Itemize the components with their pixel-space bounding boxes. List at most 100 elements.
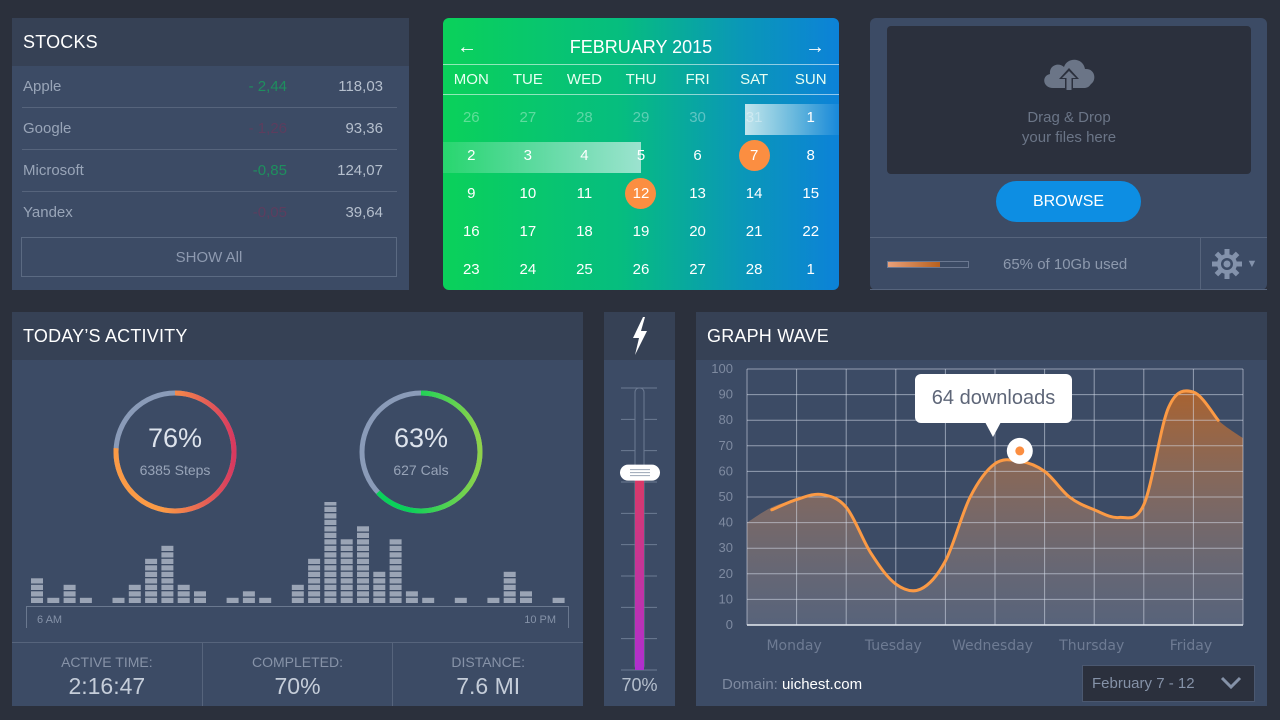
activity-bar-segment bbox=[389, 539, 402, 545]
y-tick-label: 100 bbox=[711, 361, 733, 376]
settings-dropdown[interactable]: ▼ bbox=[1200, 238, 1267, 289]
drop-zone[interactable]: Drag & Drop your files here bbox=[887, 26, 1251, 174]
stat-label: COMPLETED: bbox=[252, 654, 344, 670]
activity-bar-segment bbox=[357, 545, 369, 551]
calendar-day[interactable]: 18 bbox=[556, 212, 613, 250]
calendar-day[interactable]: 17 bbox=[500, 212, 557, 250]
calendar-day[interactable]: 1 bbox=[782, 98, 839, 136]
calendar-day[interactable]: 29 bbox=[613, 98, 670, 136]
calendar-day[interactable]: 30 bbox=[669, 98, 726, 136]
activity-bar-segment bbox=[340, 578, 353, 584]
calendar-day[interactable]: 6 bbox=[669, 136, 726, 174]
drop-text-line2: your files here bbox=[1021, 129, 1117, 146]
calendar-day[interactable]: 15 bbox=[782, 174, 839, 212]
calendar-day[interactable]: 25 bbox=[556, 250, 613, 288]
activity-bar-segment bbox=[226, 597, 239, 603]
storage-progress-bar bbox=[887, 261, 969, 268]
activity-bar-segment bbox=[324, 513, 337, 519]
calendar-day[interactable]: 3 bbox=[500, 136, 557, 174]
calendar-day[interactable]: 21 bbox=[726, 212, 783, 250]
activity-bar-segment bbox=[324, 565, 337, 571]
stat-label: DISTANCE: bbox=[451, 654, 525, 670]
calendar-day[interactable]: 10 bbox=[500, 174, 557, 212]
activity-bar-segment bbox=[324, 526, 337, 532]
calendar-day[interactable]: 2 bbox=[443, 136, 500, 174]
activity-bar-segment bbox=[161, 578, 174, 584]
activity-bar-segment bbox=[357, 526, 369, 532]
calendar-day[interactable]: 28 bbox=[726, 250, 783, 288]
calendar-day[interactable]: 26 bbox=[613, 250, 670, 288]
activity-bar-segment bbox=[308, 558, 321, 564]
show-all-button[interactable]: SHOW All bbox=[21, 237, 397, 277]
calendar-day[interactable]: 22 bbox=[782, 212, 839, 250]
calendar-day[interactable]: 19 bbox=[613, 212, 670, 250]
calendar-day[interactable]: 5 bbox=[613, 136, 670, 174]
calendar-day[interactable]: 11 bbox=[556, 174, 613, 212]
x-tick-label: Tuesday bbox=[864, 638, 922, 654]
activity-bar-segment bbox=[31, 591, 43, 597]
calendar-header: ← FEBRUARY 2015 → bbox=[443, 18, 839, 65]
activity-bar-segment bbox=[340, 571, 353, 577]
calendar-day[interactable]: 31 bbox=[726, 98, 783, 136]
activity-bar-segment bbox=[389, 578, 402, 584]
activity-bar-segment bbox=[520, 591, 532, 597]
activity-bar-segment bbox=[308, 591, 321, 597]
stat-value: 7.6 MI bbox=[456, 673, 521, 699]
date-range-select[interactable]: February 7 - 12 bbox=[1082, 665, 1255, 702]
weekday-label: MON bbox=[453, 71, 489, 88]
activity-bar-segment bbox=[291, 591, 304, 597]
arrow-left-icon[interactable]: ← bbox=[457, 36, 477, 59]
calendar-day[interactable]: 23 bbox=[443, 250, 500, 288]
activity-bar-segment bbox=[308, 571, 321, 577]
stock-row[interactable]: Apple - 2,44 118,03 bbox=[22, 66, 397, 108]
domain-info: Domain: uichest.com bbox=[722, 676, 862, 693]
calendar-day[interactable]: 8 bbox=[782, 136, 839, 174]
calendar-day[interactable]: 20 bbox=[669, 212, 726, 250]
weekday-label: SUN bbox=[794, 71, 827, 88]
y-tick-label: 70 bbox=[719, 438, 733, 453]
calendar-day[interactable]: 4 bbox=[556, 136, 613, 174]
vertical-slider[interactable] bbox=[604, 378, 675, 678]
upload-panel: Drag & Drop your files here BROWSE 65% o… bbox=[870, 18, 1267, 290]
activity-bar-segment bbox=[324, 597, 337, 603]
calendar-day[interactable]: 26 bbox=[443, 98, 500, 136]
calendar-day[interactable]: 14 bbox=[726, 174, 783, 212]
activity-bar-segment bbox=[63, 584, 76, 590]
calendar-day[interactable]: 13 bbox=[669, 174, 726, 212]
arrow-right-icon[interactable]: → bbox=[805, 36, 825, 59]
stock-row[interactable]: Google - 1,26 93,36 bbox=[22, 108, 397, 150]
calendar-day[interactable]: 16 bbox=[443, 212, 500, 250]
stock-row[interactable]: Yandex -0,05 39,64 bbox=[22, 192, 397, 234]
calendar-day-selected[interactable]: 12 bbox=[613, 174, 670, 212]
activity-bar-segment bbox=[389, 545, 402, 551]
calendar-day[interactable]: 24 bbox=[500, 250, 557, 288]
calendar-day[interactable]: 28 bbox=[556, 98, 613, 136]
activity-bar-segment bbox=[373, 584, 386, 590]
weekday-label: SAT bbox=[740, 71, 769, 88]
stock-price: 124,07 bbox=[337, 162, 383, 179]
calendar-day[interactable]: 27 bbox=[669, 250, 726, 288]
activity-bar-segment bbox=[357, 552, 369, 558]
activity-bar-segment bbox=[291, 584, 304, 590]
browse-button[interactable]: BROWSE bbox=[996, 181, 1141, 222]
weekday-label: FRI bbox=[685, 71, 710, 88]
activity-bar-segment bbox=[63, 597, 76, 603]
activity-bar-segment bbox=[373, 571, 386, 577]
stock-row[interactable]: Microsoft -0,85 124,07 bbox=[22, 150, 397, 192]
domain-value[interactable]: uichest.com bbox=[782, 676, 862, 693]
stat-value: 70% bbox=[274, 673, 321, 699]
activity-bar-segment bbox=[177, 584, 190, 590]
stock-change: -0,05 bbox=[252, 204, 287, 221]
y-tick-label: 90 bbox=[719, 387, 733, 402]
activity-bar-segment bbox=[308, 565, 321, 571]
calendar-day[interactable]: 27 bbox=[500, 98, 557, 136]
weekday-label: THU bbox=[625, 71, 657, 88]
activity-bar-segment bbox=[112, 597, 125, 603]
activity-bar-segment bbox=[324, 519, 337, 525]
calories-count: 627 Cals bbox=[393, 462, 449, 478]
y-tick-label: 30 bbox=[719, 540, 733, 555]
calendar-day-selected[interactable]: 7 bbox=[726, 136, 783, 174]
calendar-day[interactable]: 9 bbox=[443, 174, 500, 212]
calendar-day[interactable]: 1 bbox=[782, 250, 839, 288]
activity-bar-segment bbox=[389, 558, 402, 564]
